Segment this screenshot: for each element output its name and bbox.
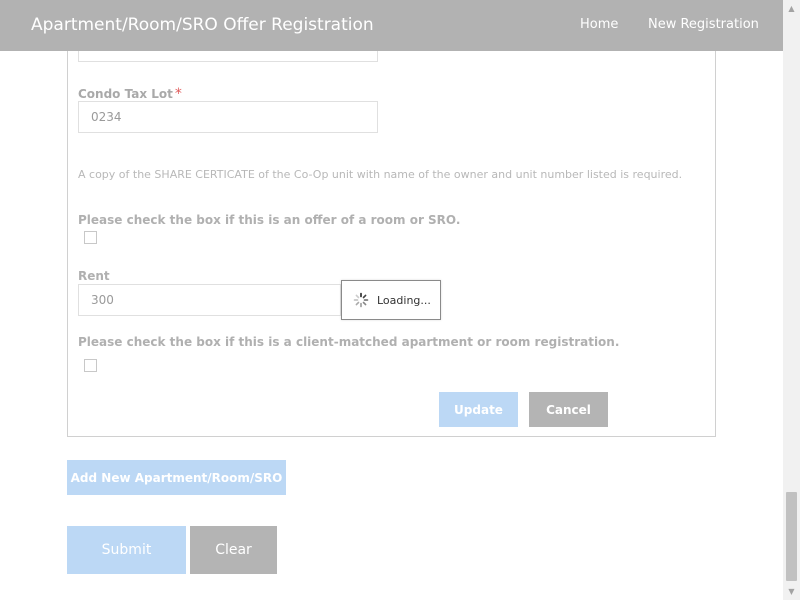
apartment-form-panel: 02045 Condo Tax Lot* 0234 A copy of the … <box>67 0 716 437</box>
loading-text: Loading... <box>377 293 431 307</box>
rent-label: Rent <box>78 269 110 283</box>
page-content: 02045 Condo Tax Lot* 0234 A copy of the … <box>0 0 783 600</box>
submit-button[interactable]: Submit <box>67 526 186 574</box>
update-button[interactable]: Update <box>439 392 518 427</box>
condo-tax-lot-value: 0234 <box>91 110 122 124</box>
clear-button[interactable]: Clear <box>190 526 277 574</box>
room-sro-checkbox-label: Please check the box if this is an offer… <box>78 213 461 227</box>
room-sro-checkbox[interactable] <box>84 231 97 244</box>
nav-new-registration-link[interactable]: New Registration <box>648 17 759 32</box>
vertical-scrollbar[interactable]: ▲ ▼ <box>783 0 800 600</box>
share-certificate-note: A copy of the SHARE CERTICATE of the Co-… <box>78 168 683 181</box>
scrollbar-thumb[interactable] <box>786 492 797 581</box>
condo-tax-lot-input[interactable]: 0234 <box>78 101 378 133</box>
nav-home-link[interactable]: Home <box>580 17 618 32</box>
chevron-up-icon[interactable]: ▲ <box>783 0 800 17</box>
app-title[interactable]: Apartment/Room/SRO Offer Registration <box>31 15 374 35</box>
client-matched-checkbox[interactable] <box>84 359 97 372</box>
condo-tax-lot-label-text: Condo Tax Lot <box>78 87 173 101</box>
condo-tax-lot-label: Condo Tax Lot * <box>78 86 182 102</box>
rent-input[interactable]: 300 <box>78 284 341 316</box>
rent-value: 300 <box>91 293 114 307</box>
client-matched-checkbox-label: Please check the box if this is a client… <box>78 335 620 349</box>
add-new-apartment-button[interactable]: Add New Apartment/Room/SRO <box>67 460 286 495</box>
top-navbar: Apartment/Room/SRO Offer Registration Ho… <box>0 0 783 51</box>
required-asterisk: * <box>174 86 182 102</box>
loading-indicator: Loading... <box>341 280 441 320</box>
cancel-button[interactable]: Cancel <box>529 392 608 427</box>
chevron-down-icon[interactable]: ▼ <box>783 583 800 600</box>
loading-spinner-icon <box>353 292 369 308</box>
